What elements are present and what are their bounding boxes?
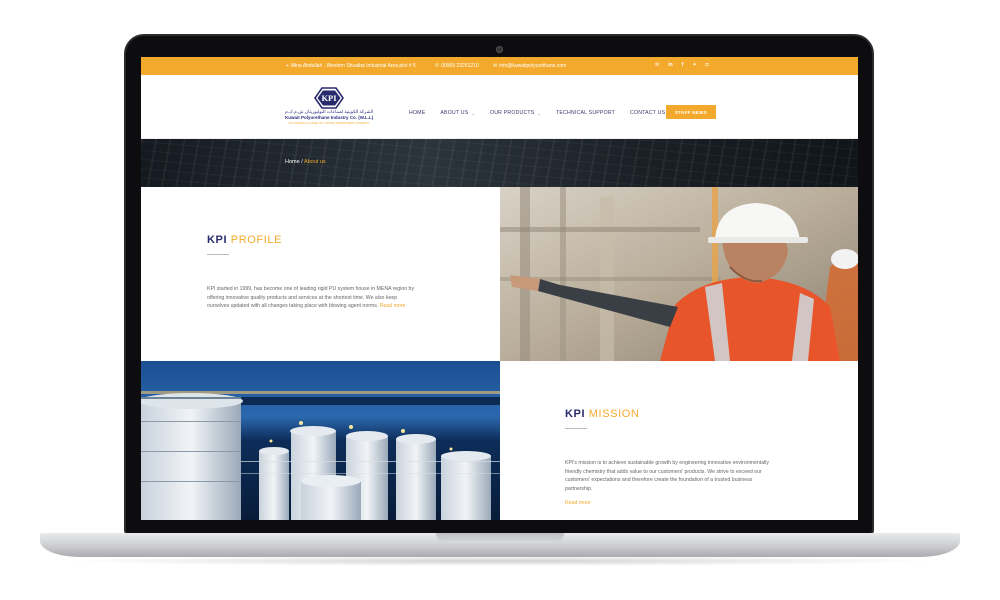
mission-body: KPI's mission is to achieve sustainable … [565, 459, 835, 508]
profile-image-worker [500, 187, 858, 361]
laptop-shadow [60, 556, 940, 566]
profile-title-light: PROFILE [230, 234, 283, 246]
address-info: ⌖ Mina Abdullah , Western Shuaiba Indust… [286, 63, 416, 69]
nav-support-label: TECHNICAL SUPPORT [556, 110, 616, 116]
social-links: ✉ in f ✦ ◘ [655, 62, 709, 68]
nav-home-label: HOME [409, 110, 426, 116]
facebook-icon[interactable]: f [682, 62, 684, 68]
staff-news-button[interactable]: STAFF NEWS [666, 105, 716, 119]
mission-section: KPI MISSION KPI's mission is to achieve … [500, 361, 858, 520]
breadcrumb-home-link[interactable]: Home [285, 159, 300, 165]
nav-products-label: OUR PRODUCTS [489, 110, 535, 116]
mission-read-more-link[interactable]: Read more [565, 499, 835, 508]
phone-text: 00965 23261210 [441, 63, 479, 69]
mission-line-1: KPI's mission is to achieve sustainable … [565, 460, 769, 466]
hero-background-image [141, 139, 858, 187]
nav-menu: HOME ABOUT US ⌄ OUR PRODUCTS ⌄ TECHNICAL S… [409, 110, 680, 116]
instagram-icon[interactable]: ◘ [706, 62, 709, 68]
plant-photo [141, 361, 500, 520]
phone-icon: ✆ [435, 63, 440, 69]
profile-title-strong: KPI [207, 234, 228, 246]
website-screen: ⌖ Mina Abdullah , Western Shuaiba Indust… [141, 57, 858, 520]
nav-item-products[interactable]: OUR PRODUCTS ⌄ [490, 110, 541, 116]
logo-tagline: AN AVANCE CLASSE OF UNITED INDUSTRIES CO… [288, 121, 370, 125]
profile-line-3-wrap: ourselves updated with all changes takin… [207, 302, 477, 311]
nav-about-label: ABOUT US [440, 110, 469, 116]
profile-body: KPI started in 1999, has become one of l… [207, 285, 477, 311]
mission-line-3: customers' expectations and therefore cr… [565, 477, 753, 484]
address-text: Mina Abdullah , Western Shuaiba Industri… [290, 63, 416, 69]
nav-item-contact[interactable]: CONTACT US [630, 110, 665, 116]
nav-item-home[interactable]: HOME [409, 110, 425, 116]
page-hero-banner: Home / About us [141, 139, 858, 187]
mission-title-light: MISSION [588, 408, 640, 420]
mission-line-4: partnership. [565, 485, 593, 492]
logo-mark-text: KPI [321, 93, 337, 103]
kpi-emblem-icon: KPI [314, 87, 344, 109]
email-icon: ✉ [493, 63, 498, 69]
logo-english-text: Kuwait Polyurethane Industry Co. (W.L.L) [285, 115, 374, 120]
profile-heading: KPI PROFILE [207, 234, 282, 246]
worker-photo [500, 187, 858, 361]
nav-contact-label: CONTACT US [630, 110, 666, 116]
profile-divider [207, 254, 229, 255]
email-text: info@kuwaitpolyurethane.com [499, 63, 567, 69]
profile-section: KPI PROFILE KPI started in 1999, has bec… [141, 187, 500, 361]
chevron-down-icon: ⌄ [471, 110, 475, 116]
mission-image-plant [141, 361, 500, 520]
kpi-logo[interactable]: KPI الشركة الكويتية لصناعات البوليوريثان… [285, 87, 373, 127]
mission-line-2: friendly chemistry that adds value to ou… [565, 468, 762, 475]
camera-icon [496, 46, 503, 53]
mission-heading: KPI MISSION [565, 408, 639, 420]
chevron-down-icon: ⌄ [537, 110, 542, 116]
laptop-mockup: ⌖ Mina Abdullah , Western Shuaiba Indust… [0, 0, 1000, 600]
top-info-bar: ⌖ Mina Abdullah , Western Shuaiba Indust… [141, 57, 858, 75]
nav-item-support[interactable]: TECHNICAL SUPPORT [556, 110, 615, 116]
mission-divider [565, 428, 587, 429]
profile-line-1: KPI started in 1999, has become one of l… [207, 286, 415, 292]
email-icon[interactable]: ✉ [655, 62, 659, 68]
main-navigation: KPI الشركة الكويتية لصناعات البوليوريثان… [141, 75, 858, 139]
breadcrumb-current: About us [303, 159, 326, 165]
linkedin-icon[interactable]: in [668, 62, 672, 68]
nav-item-about[interactable]: ABOUT US ⌄ [440, 110, 475, 116]
email-info[interactable]: ✉ info@kuwaitpolyurethane.com [493, 63, 566, 69]
profile-line-3: ourselves updated with all changes takin… [207, 303, 379, 310]
mission-read-more-label: Read more [565, 500, 591, 507]
phone-info[interactable]: ✆ 00965 23261210 [435, 63, 479, 69]
mission-title-strong: KPI [565, 408, 586, 420]
laptop-notch [436, 533, 564, 543]
profile-read-more-link[interactable]: Read more [380, 303, 406, 309]
location-pin-icon: ⌖ [286, 63, 289, 69]
twitter-icon[interactable]: ✦ [692, 62, 696, 68]
profile-line-2: offering innovative quality products and… [207, 294, 398, 301]
breadcrumb: Home / About us [285, 159, 326, 165]
